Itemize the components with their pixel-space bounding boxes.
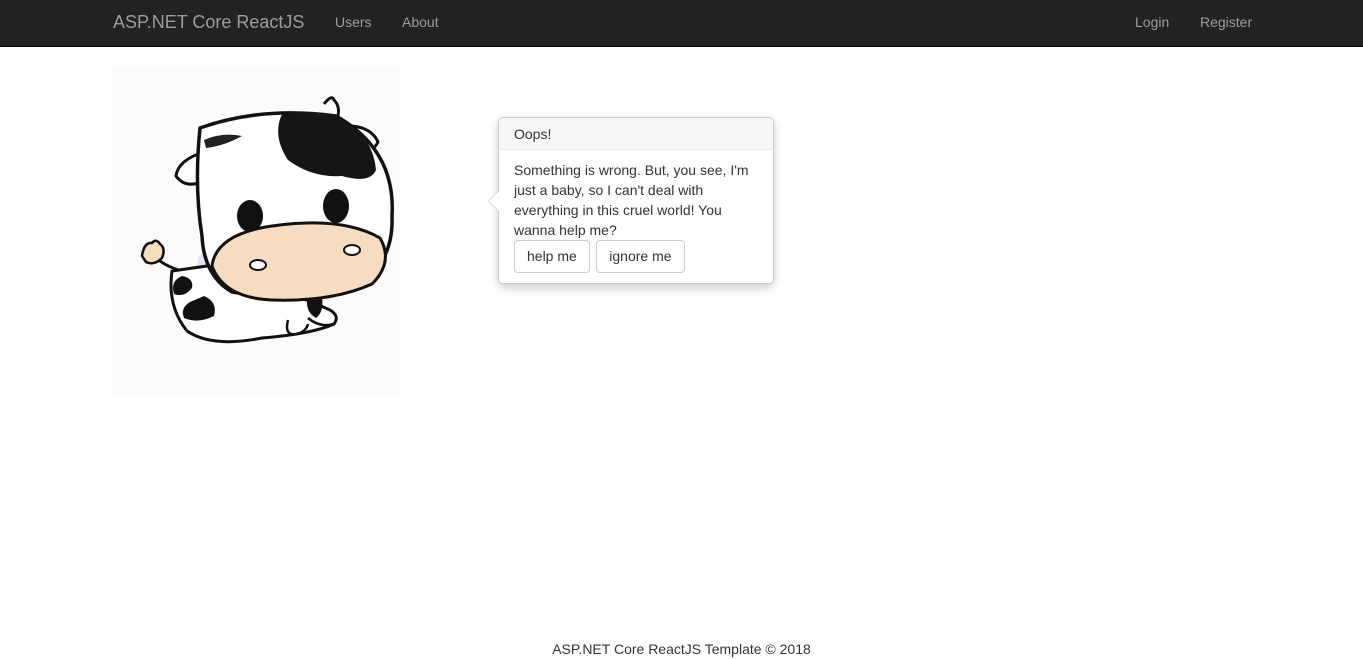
cow-illustration (112, 66, 400, 394)
cow-illustration-svg (140, 96, 394, 344)
help-me-button[interactable]: help me (514, 240, 590, 273)
nav-link-users[interactable]: Users (335, 14, 372, 30)
ignore-me-button[interactable]: ignore me (596, 240, 685, 273)
nav-link-about[interactable]: About (402, 14, 439, 30)
top-navbar: ASP.NET Core ReactJS Users About Login R… (0, 0, 1363, 47)
brand-link[interactable]: ASP.NET Core ReactJS (113, 12, 304, 32)
popover-title: Oops! (499, 118, 773, 150)
popover-message: Something is wrong. But, you see, I'm ju… (514, 162, 749, 238)
popover-arrow-fill (489, 191, 499, 211)
nav-link-register[interactable]: Register (1200, 14, 1252, 30)
nav-link-login[interactable]: Login (1135, 14, 1169, 30)
footer-text: ASP.NET Core ReactJS Template © 2018 (552, 641, 811, 657)
error-popover: Oops! Something is wrong. But, you see, … (488, 117, 774, 284)
popover-button-group: help me ignore me (514, 240, 687, 273)
